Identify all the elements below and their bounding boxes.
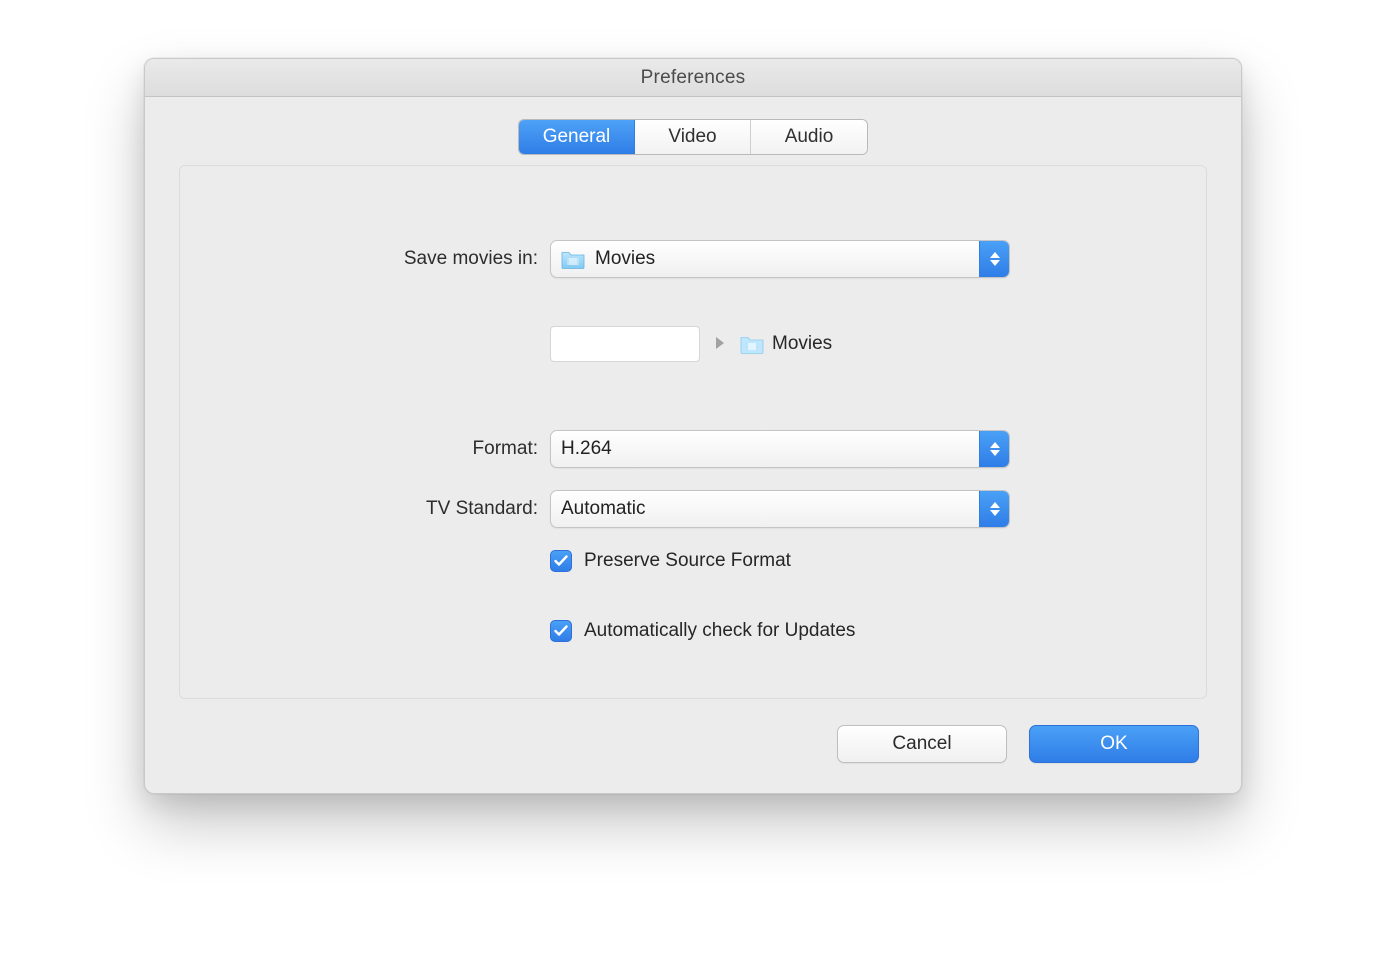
popup-arrows-icon [979,241,1009,277]
save-movies-in-label: Save movies in: [260,248,550,270]
tab-video[interactable]: Video [635,120,751,154]
popup-arrows-icon [979,431,1009,467]
window-content: General Video Audio Save movies in: [145,97,1241,793]
format-label: Format: [260,438,550,460]
ok-button[interactable]: OK [1029,725,1199,763]
tv-standard-value: Automatic [561,498,645,520]
format-value: H.264 [561,438,612,460]
tab-bar: General Video Audio [518,119,868,155]
save-location-path: Movies [550,326,1126,362]
preserve-source-format-row[interactable]: Preserve Source Format [550,550,1126,572]
save-location-value: Movies [595,248,655,270]
auto-update-label: Automatically check for Updates [584,620,855,642]
movies-folder-icon [561,249,585,269]
popup-arrows-icon [979,491,1009,527]
tab-audio[interactable]: Audio [751,120,867,154]
format-popup[interactable]: H.264 [550,430,1010,468]
checkbox-checked-icon [550,550,572,572]
movies-folder-icon [740,334,764,354]
path-segment-movies[interactable]: Movies [740,333,832,355]
tab-general[interactable]: General [519,120,635,154]
dialog-footer: Cancel OK [179,699,1207,769]
preserve-source-format-label: Preserve Source Format [584,550,791,572]
auto-update-row[interactable]: Automatically check for Updates [550,620,1126,642]
tv-standard-label: TV Standard: [260,498,550,520]
general-panel: Save movies in: [179,165,1207,699]
cancel-button[interactable]: Cancel [837,725,1007,763]
window-title: Preferences [145,59,1241,97]
preferences-window: Preferences General Video Audio Save mov… [144,58,1242,794]
path-segment-blank[interactable] [550,326,700,362]
save-location-popup[interactable]: Movies [550,240,1010,278]
tv-standard-popup[interactable]: Automatic [550,490,1010,528]
path-segment-movies-label: Movies [772,333,832,355]
checkbox-checked-icon [550,620,572,642]
path-arrow-icon [714,335,726,353]
